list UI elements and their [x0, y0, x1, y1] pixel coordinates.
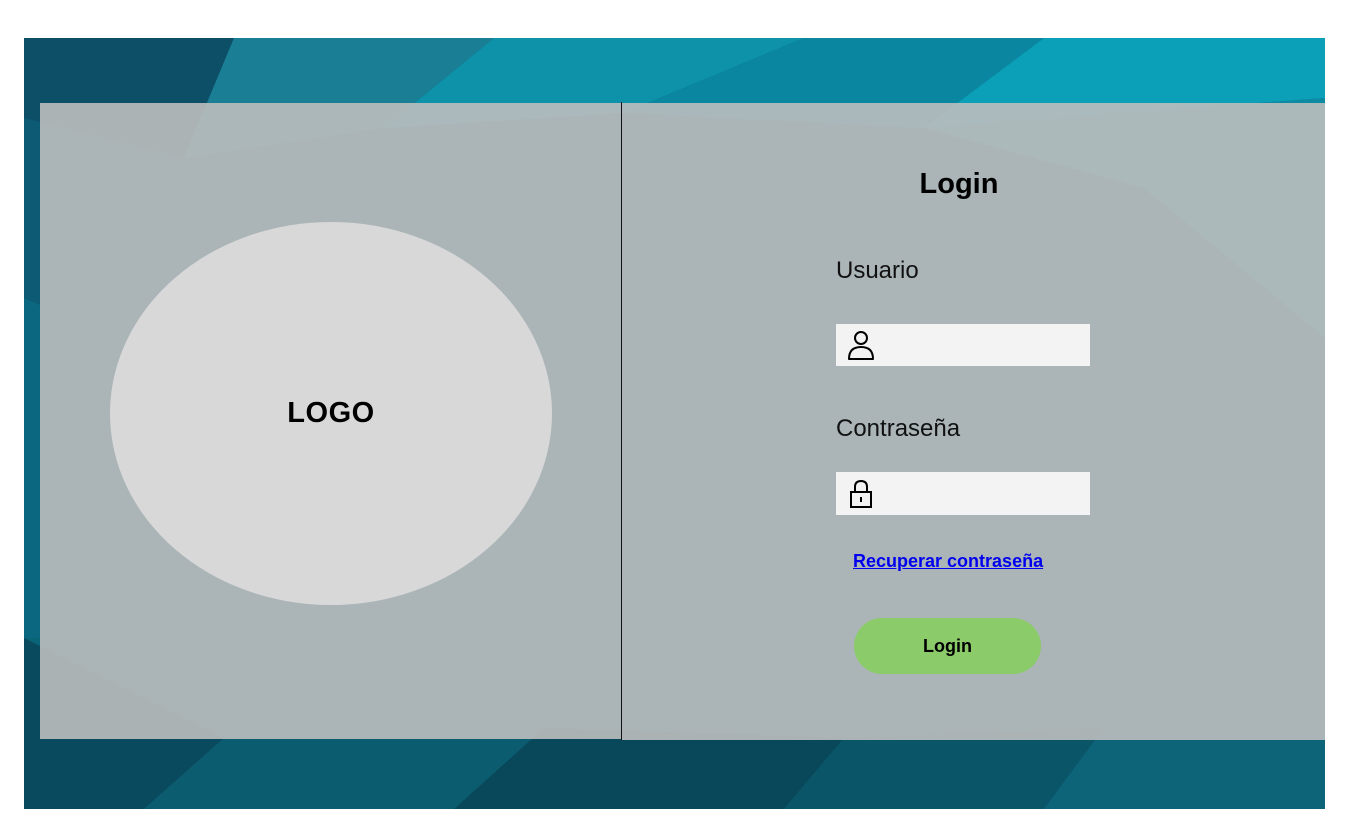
login-title: Login [919, 168, 999, 200]
username-field[interactable] [836, 324, 1095, 366]
username-input[interactable] [876, 324, 1095, 366]
lock-icon [846, 477, 876, 511]
logo-text: LOGO [287, 397, 375, 429]
recover-password-link[interactable]: Recuperar contraseña [853, 551, 1043, 572]
login-panel: Login Usuario Contraseña Recuperar contr… [622, 103, 1325, 740]
login-button[interactable]: Login [854, 618, 1041, 674]
logo-placeholder: LOGO [110, 222, 552, 605]
password-field[interactable] [836, 472, 1095, 515]
login-page-frame: LOGO Login Usuario Contraseña Recuperar … [24, 38, 1325, 809]
username-label: Usuario [836, 257, 919, 284]
logo-panel: LOGO [40, 103, 621, 739]
user-icon [846, 328, 876, 362]
password-label: Contraseña [836, 415, 961, 442]
password-input[interactable] [876, 472, 1095, 515]
